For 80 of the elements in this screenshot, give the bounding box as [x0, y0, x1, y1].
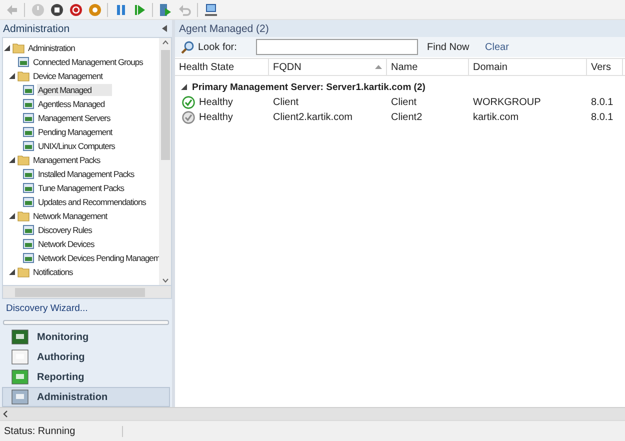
column-header[interactable]: Domain: [469, 59, 587, 75]
expand-icon[interactable]: [9, 157, 15, 163]
workspace-button[interactable]: Reporting: [2, 367, 170, 387]
folder-icon: [17, 210, 30, 222]
node-icon: [22, 182, 35, 194]
folder-icon: [12, 42, 25, 54]
table-cell: Client: [273, 97, 299, 108]
workspace-icon: [11, 349, 29, 365]
table-cell: Client: [391, 97, 417, 108]
expand-icon[interactable]: [181, 84, 187, 90]
status-text: Status: Running: [0, 426, 123, 436]
tree-item[interactable]: Network Management: [32, 210, 108, 222]
tree-item[interactable]: Agentless Managed: [37, 98, 106, 110]
table-cell: 8.0.1: [591, 112, 614, 123]
node-icon: [22, 84, 35, 96]
expand-icon[interactable]: [9, 213, 15, 219]
view-title: Agent Managed (2): [179, 22, 269, 34]
stop-icon[interactable]: [48, 1, 65, 18]
expand-icon[interactable]: [9, 269, 15, 275]
tree-item[interactable]: UNIX/Linux Computers: [37, 140, 116, 152]
horizontal-scrollbar[interactable]: [0, 407, 625, 420]
column-header[interactable]: FQDN: [269, 59, 387, 75]
clear-link[interactable]: Clear: [485, 42, 509, 52]
tree-item[interactable]: Management Packs: [32, 154, 102, 166]
table-cell: Client2.kartik.com: [273, 112, 352, 123]
workspace-icon: [11, 389, 29, 405]
tree-item[interactable]: Administration: [27, 42, 76, 54]
workspace-icon: [11, 369, 29, 385]
table-cell: kartik.com: [473, 112, 519, 123]
table-cell: 8.0.1: [591, 97, 614, 108]
workspace-button[interactable]: Administration: [2, 387, 170, 407]
table-cell: Client2: [391, 112, 422, 123]
search-icon: [181, 40, 194, 54]
node-icon: [22, 112, 35, 124]
record-icon[interactable]: [67, 1, 84, 18]
computer-icon[interactable]: [202, 1, 219, 18]
collapse-icon[interactable]: [162, 25, 168, 32]
tree-item[interactable]: Tune Management Packs: [37, 182, 126, 194]
node-icon: [22, 140, 35, 152]
folder-icon: [17, 154, 30, 166]
tree-item[interactable]: Pending Management: [37, 126, 114, 138]
folder-icon: [17, 70, 30, 82]
tree-item[interactable]: Installed Management Packs: [37, 168, 136, 180]
tree-item[interactable]: Network Devices: [37, 238, 96, 250]
search-field[interactable]: [256, 39, 418, 55]
expand-icon[interactable]: [9, 73, 15, 79]
node-icon: [22, 196, 35, 208]
scroll-left-icon[interactable]: [2, 409, 10, 419]
expand-icon[interactable]: [4, 45, 10, 51]
folder-icon: [17, 266, 30, 278]
workspace-button[interactable]: Authoring: [2, 347, 170, 367]
pane-title: Administration: [3, 22, 70, 34]
tree-item[interactable]: Management Servers: [37, 112, 112, 124]
table-cell: WORKGROUP: [473, 97, 541, 108]
find-now-link[interactable]: Find Now: [427, 42, 485, 52]
tree-item[interactable]: Updates and Recommendations: [37, 196, 147, 208]
column-header[interactable]: Vers: [587, 59, 623, 75]
tree-item[interactable]: Notifications: [32, 266, 74, 278]
node-icon: [22, 238, 35, 250]
tree-item[interactable]: Connected Management Groups: [32, 56, 144, 68]
discovery-wizard-link[interactable]: Discovery Wizard...: [6, 303, 88, 314]
horizontal-scrollbar[interactable]: [2, 285, 172, 299]
tree-item[interactable]: Discovery Rules: [37, 224, 93, 236]
node-icon: [22, 98, 35, 110]
table-cell: Healthy: [199, 97, 233, 108]
table-cell: Healthy: [199, 112, 233, 123]
vertical-scrollbar[interactable]: [159, 38, 171, 285]
node-icon: [22, 224, 35, 236]
node-icon: [17, 56, 30, 68]
workspace-button[interactable]: Monitoring: [2, 327, 170, 347]
search-label: Look for:: [198, 42, 238, 52]
node-icon: [22, 126, 35, 138]
tree-item[interactable]: Agent Managed: [37, 84, 112, 96]
node-icon: [22, 168, 35, 180]
column-header[interactable]: Health State: [175, 59, 269, 75]
tree-item[interactable]: Device Management: [32, 70, 104, 82]
column-header[interactable]: Name: [387, 59, 469, 75]
group-header[interactable]: Primary Management Server: Server1.kartik.com (2): [192, 82, 426, 92]
node-icon: [22, 252, 35, 264]
workspace-icon: [11, 329, 29, 345]
